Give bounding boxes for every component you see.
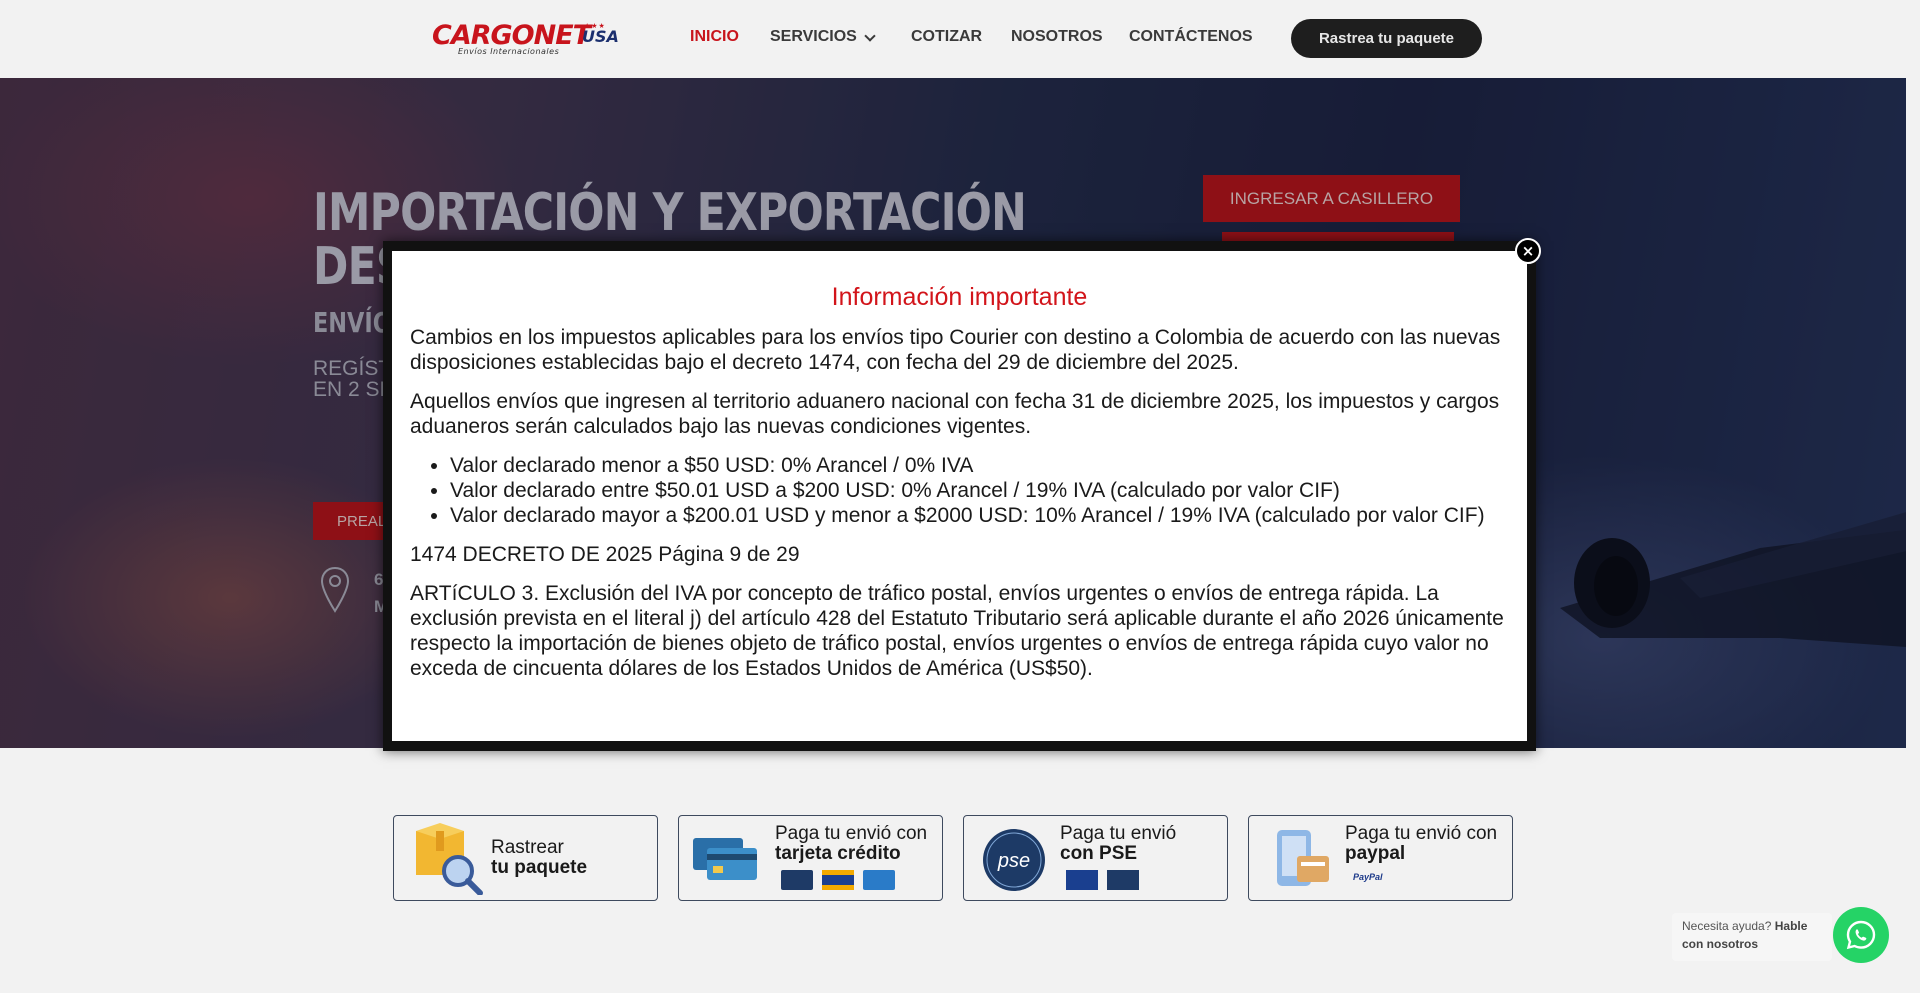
whatsapp-bold-1: Hable <box>1774 919 1808 933</box>
maestro-icon <box>1107 870 1139 890</box>
list-item: Valor declarado mayor a $200.01 USD y me… <box>450 503 1509 528</box>
nav-item-servicios[interactable]: SERVICIOS <box>770 28 857 46</box>
paypal-label: Paga tu envió con paypal <box>1345 824 1497 864</box>
paypal-line2: paypal <box>1345 843 1406 864</box>
pse-line1: Paga tu envió <box>1060 823 1177 844</box>
pse-line2: con PSE <box>1060 843 1138 864</box>
casillero-login-button[interactable]: INGRESAR A CASILLERO <box>1203 175 1460 222</box>
track-card-label: Rastrear tu paquete <box>491 838 587 878</box>
decree-reference: 1474 DECRETO DE 2025 Página 9 de 29 <box>410 543 800 566</box>
logo-country: USA <box>582 27 619 46</box>
credit-card-line1: Paga tu envió con <box>775 823 928 844</box>
modal-close-button[interactable]: × <box>1515 238 1541 264</box>
pay-credit-card-card[interactable]: Paga tu envió con tarjeta crédito <box>678 815 943 901</box>
pay-pse-card[interactable]: pse Paga tu envió con PSE <box>963 815 1228 901</box>
card-brand-logos <box>781 870 895 890</box>
track-card-line1: Rastrear <box>491 837 564 858</box>
list-item: Valor declarado menor a $50 USD: 0% Aran… <box>450 453 1509 478</box>
track-card-line2: tu paquete <box>491 857 588 878</box>
tax-rate-list: Valor declarado menor a $50 USD: 0% Aran… <box>450 453 1509 528</box>
whatsapp-icon <box>1846 920 1876 950</box>
nav-item-contactenos[interactable]: CONTÁCTENOS <box>1129 28 1253 46</box>
credit-card-label: Paga tu envió con tarjeta crédito <box>775 824 927 864</box>
visa-icon <box>822 870 854 890</box>
whatsapp-help-text[interactable]: Necesita ayuda? Hable con nosotros <box>1672 913 1832 961</box>
pse-label: Paga tu envió con PSE <box>1060 824 1176 864</box>
whatsapp-bold-2: con nosotros <box>1682 937 1759 951</box>
modal-paragraph-1: Cambios en los impuestos aplicables para… <box>410 326 1501 374</box>
modal-title: Información importante <box>831 283 1088 311</box>
nav-item-cotizar[interactable]: COTIZAR <box>911 28 982 46</box>
nav-item-nosotros[interactable]: NOSOTROS <box>1011 28 1103 46</box>
site-header: CARGONET ★★★ USA Envíos Internacionales … <box>0 0 1920 78</box>
cargonet-logo[interactable]: CARGONET ★★★ USA Envíos Internacionales <box>432 20 619 56</box>
location-pin-icon <box>320 566 350 613</box>
track-package-card[interactable]: Rastrear tu paquete <box>393 815 658 901</box>
nav-item-inicio[interactable]: INICIO <box>690 28 739 46</box>
pse-badge-text: pse <box>997 850 1030 872</box>
pse-brand-logos <box>1066 870 1139 890</box>
paypal-phone-icon <box>1277 830 1329 886</box>
pay-paypal-card[interactable]: Paga tu envió con paypal PayPal <box>1248 815 1513 901</box>
visa-electron-icon <box>1066 870 1098 890</box>
hero-description: REGÍST EN 2 SE <box>313 358 394 400</box>
whatsapp-button[interactable] <box>1833 907 1889 963</box>
track-package-button[interactable]: Rastrea tu paquete <box>1291 19 1482 58</box>
amex-icon <box>863 870 895 890</box>
mastercard-icon <box>781 870 813 890</box>
package-search-icon <box>416 823 483 895</box>
whatsapp-prefix: Necesita ayuda? <box>1682 919 1772 933</box>
list-item: Valor declarado entre $50.01 USD a $200 … <box>450 478 1509 503</box>
hero-text-line1: REGÍST <box>313 357 392 380</box>
modal-paragraph-2: Aquellos envíos que ingresen al territor… <box>410 390 1500 438</box>
paypal-line1: Paga tu envió con <box>1345 823 1498 844</box>
article-3-text: ARTíCULO 3. Exclusión del IVA por concep… <box>410 582 1504 680</box>
hero-title-line1: IMPORTACIÓN Y EXPORTACIÓN <box>313 183 1027 243</box>
credit-card-icon <box>693 838 757 880</box>
pse-icon: pse <box>983 829 1045 891</box>
credit-card-line2: tarjeta crédito <box>775 843 901 864</box>
logo-tagline: Envíos Internacionales <box>458 47 560 56</box>
paypal-logo: PayPal <box>1353 872 1383 882</box>
important-info-modal: Información importante Cambios en los im… <box>392 251 1527 741</box>
chevron-down-icon[interactable] <box>864 30 876 42</box>
hero-text-line2: EN 2 SE <box>313 378 394 401</box>
